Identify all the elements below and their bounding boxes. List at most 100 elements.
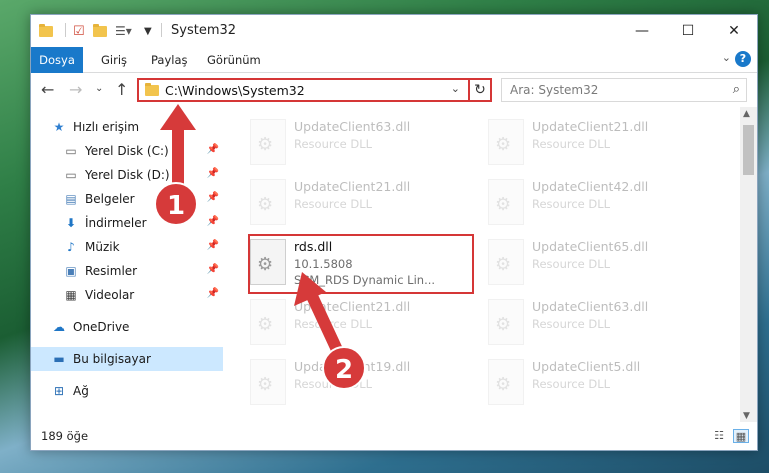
pictures-icon: ▣ <box>65 264 77 278</box>
sidebar-item-music[interactable]: ♪ Müzik 📌 <box>31 235 223 259</box>
tiles-view-icon[interactable]: ▦ <box>733 429 749 443</box>
list-item[interactable]: UpdateClient21.dll Resource DLL <box>244 175 474 231</box>
pin-icon[interactable]: 📌 <box>207 144 219 155</box>
download-icon: ⬇ <box>65 216 77 230</box>
toolbar-divider <box>65 23 66 37</box>
tab-giris[interactable]: Giriş <box>89 47 139 73</box>
explorer-window: ☑ ☰▾ ▼ System32 — ☐ ✕ Dosya Giriş Paylaş… <box>30 14 758 451</box>
pin-icon[interactable]: 📌 <box>207 264 219 275</box>
search-box[interactable]: Ara: System32 ⌕ <box>501 78 747 102</box>
sidebar-item-label: Yerel Disk (C:) <box>85 144 169 158</box>
sidebar-item-onedrive[interactable]: ☁ OneDrive <box>31 315 223 339</box>
ribbon: Dosya Giriş Paylaş Görünüm ⌄ ? <box>31 47 757 73</box>
pin-icon[interactable]: 📌 <box>207 192 219 203</box>
scroll-up-arrow-icon[interactable]: ▲ <box>743 109 750 119</box>
forward-arrow-icon[interactable]: → <box>69 80 82 99</box>
file-name: UpdateClient63.dll <box>294 119 411 134</box>
up-arrow-icon[interactable]: ↑ <box>115 80 128 99</box>
pin-icon[interactable]: 📌 <box>207 168 219 179</box>
navigation-bar: ← → ⌄ ↑ C:\Windows\System32 ⌄ ↻ Ara: Sys… <box>31 73 757 107</box>
new-folder-icon[interactable] <box>93 23 107 39</box>
file-description: Resource DLL <box>532 317 611 331</box>
list-item[interactable]: UpdateClient42.dll Resource DLL <box>482 175 712 231</box>
toolbar-divider <box>161 23 162 37</box>
sidebar-item-label: Müzik <box>85 240 120 254</box>
address-folder-icon <box>145 82 159 96</box>
item-count: 189 öğe <box>41 429 89 443</box>
tab-gorunum[interactable]: Görünüm <box>195 47 273 73</box>
file-description: Resource DLL <box>532 197 611 211</box>
refresh-icon: ↻ <box>474 82 486 98</box>
list-item[interactable]: UpdateClient63.dll Resource DLL <box>244 115 474 171</box>
file-description: Resource DLL <box>532 257 611 271</box>
window-title: System32 <box>171 23 237 38</box>
sidebar-item-label: Resimler <box>85 264 138 278</box>
videos-icon: ▦ <box>65 288 77 302</box>
file-name: UpdateClient21.dll <box>532 119 649 134</box>
recent-locations-chevron-icon[interactable]: ⌄ <box>95 83 103 94</box>
dll-file-icon <box>488 119 524 165</box>
sidebar-item-local-disk-c[interactable]: ▭ Yerel Disk (C:) 📌 <box>31 139 223 163</box>
step-2-badge: 2 <box>322 346 366 390</box>
minimize-button[interactable]: — <box>619 15 665 47</box>
dll-file-icon <box>250 299 286 345</box>
maximize-button[interactable]: ☐ <box>665 15 711 47</box>
details-view-icon[interactable]: ☷ <box>711 429 727 443</box>
address-bar[interactable]: C:\Windows\System32 ⌄ <box>137 78 492 102</box>
sidebar-item-quick-access[interactable]: ★ Hızlı erişim <box>31 115 223 139</box>
rds-dll-highlight-box <box>248 234 474 294</box>
sidebar-item-pictures[interactable]: ▣ Resimler 📌 <box>31 259 223 283</box>
pin-icon[interactable]: 📌 <box>207 288 219 299</box>
network-icon: ⊞ <box>53 384 65 398</box>
pin-icon[interactable]: 📌 <box>207 240 219 251</box>
file-name: UpdateClient65.dll <box>532 239 649 254</box>
address-dropdown-chevron-icon[interactable]: ⌄ <box>451 82 460 95</box>
sidebar-item-this-pc[interactable]: ▬ Bu bilgisayar <box>31 347 223 371</box>
dll-file-icon <box>488 239 524 285</box>
scrollbar-thumb[interactable] <box>743 125 754 175</box>
list-item[interactable]: UpdateClient63.dll Resource DLL <box>482 295 712 351</box>
file-name: UpdateClient42.dll <box>532 179 649 194</box>
properties-icon[interactable]: ☑ <box>73 23 85 39</box>
sidebar-item-label: İndirmeler <box>85 216 147 230</box>
customize-toolbar-icon[interactable]: ☰▾ <box>115 23 132 39</box>
list-item[interactable]: UpdateClient65.dll Resource DLL <box>482 235 712 291</box>
list-item[interactable]: UpdateClient21.dll Resource DLL <box>482 115 712 171</box>
file-list: UpdateClient63.dll Resource DLL UpdateCl… <box>224 107 742 423</box>
tab-paylas[interactable]: Paylaş <box>139 47 200 73</box>
computer-icon: ▬ <box>53 352 65 366</box>
quick-access-dropdown-icon[interactable]: ▼ <box>144 23 152 39</box>
pin-icon[interactable]: 📌 <box>207 216 219 227</box>
file-description: Resource DLL <box>294 317 373 331</box>
scroll-down-arrow-icon[interactable]: ▼ <box>743 411 750 421</box>
dll-file-icon <box>488 179 524 225</box>
sidebar-item-local-disk-d[interactable]: ▭ Yerel Disk (D:) 📌 <box>31 163 223 187</box>
quick-access-folder-icon[interactable] <box>39 23 53 39</box>
sidebar-item-label: Videolar <box>85 288 135 302</box>
address-path: C:\Windows\System32 <box>165 82 305 98</box>
file-description: Resource DLL <box>294 197 373 211</box>
dll-file-icon <box>488 299 524 345</box>
list-item[interactable]: UpdateClient21.dll Resource DLL <box>244 295 474 351</box>
refresh-button[interactable]: ↻ <box>468 78 492 102</box>
close-button[interactable]: ✕ <box>711 15 757 47</box>
sidebar-item-network[interactable]: ⊞ Ağ <box>31 379 223 403</box>
vertical-scrollbar[interactable]: ▲ ▼ <box>740 107 757 423</box>
search-icon[interactable]: ⌕ <box>733 82 740 97</box>
dll-file-icon <box>250 119 286 165</box>
tab-dosya[interactable]: Dosya <box>31 47 83 73</box>
sidebar-item-videos[interactable]: ▦ Videolar 📌 <box>31 283 223 307</box>
file-name: UpdateClient21.dll <box>294 179 411 194</box>
list-item[interactable]: UpdateClient5.dll Resource DLL <box>482 355 712 411</box>
file-description: Resource DLL <box>294 137 373 151</box>
sidebar-item-label: Bu bilgisayar <box>73 352 151 366</box>
navigation-pane: ★ Hızlı erişim ▭ Yerel Disk (C:) 📌 ▭ Yer… <box>31 107 223 423</box>
file-name: UpdateClient21.dll <box>294 299 411 314</box>
search-input[interactable]: Ara: System32 <box>510 83 598 97</box>
file-name: UpdateClient63.dll <box>532 299 649 314</box>
sidebar-item-label: Belgeler <box>85 192 135 206</box>
help-icon[interactable]: ? <box>735 51 751 67</box>
expand-ribbon-chevron-icon[interactable]: ⌄ <box>722 51 731 64</box>
file-description: Resource DLL <box>532 137 611 151</box>
back-arrow-icon[interactable]: ← <box>41 80 54 99</box>
